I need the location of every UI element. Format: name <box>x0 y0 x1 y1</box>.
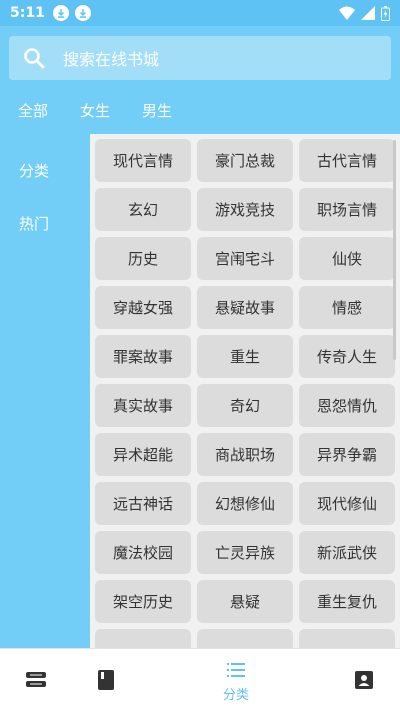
category-chip[interactable]: 传奇人生 <box>299 335 395 378</box>
category-chip[interactable]: 仙侠 <box>299 237 395 280</box>
tab-male[interactable]: 男生 <box>142 100 172 121</box>
category-chip[interactable]: 商战职场 <box>197 433 293 476</box>
contact-icon <box>355 671 373 689</box>
book-icon <box>98 670 114 690</box>
category-chip[interactable]: 幻想修仙 <box>197 482 293 525</box>
category-chip[interactable]: 现代修仙 <box>299 482 395 525</box>
nav-book[interactable] <box>66 649 146 710</box>
category-chip[interactable]: 架空历史 <box>95 580 191 623</box>
category-chip[interactable]: 游戏竞技 <box>197 188 293 231</box>
header: 搜索在线书城 全部 女生 男生 <box>0 26 400 134</box>
category-chip[interactable]: 悬疑 <box>197 580 293 623</box>
search-icon <box>24 48 45 69</box>
bottom-nav: 分类 <box>0 648 400 710</box>
category-chip[interactable]: 历史 <box>95 237 191 280</box>
category-chip[interactable]: 远古神话 <box>95 482 191 525</box>
category-chip[interactable]: 穿越女强 <box>95 286 191 329</box>
download-icon <box>74 5 91 21</box>
status-time: 5:11 <box>10 5 45 21</box>
category-chip[interactable]: 悬疑故事 <box>197 286 293 329</box>
search-bar[interactable]: 搜索在线书城 <box>9 36 391 80</box>
category-chip[interactable]: 亡灵异族 <box>197 531 293 574</box>
sidebar-item-category[interactable]: 分类 <box>19 160 49 181</box>
category-chip-partial[interactable] <box>95 629 191 648</box>
category-grid: 现代言情 豪门总裁 古代言情 玄幻 游戏竞技 职场言情 历史 宫闱宅斗 仙侠 穿… <box>95 139 395 648</box>
category-chip[interactable]: 新派武侠 <box>299 531 395 574</box>
category-chip[interactable]: 异术超能 <box>95 433 191 476</box>
category-chip[interactable]: 玄幻 <box>95 188 191 231</box>
category-chip[interactable]: 重生复仇 <box>299 580 395 623</box>
category-chip[interactable]: 情感 <box>299 286 395 329</box>
nav-bookshelf[interactable] <box>0 649 76 710</box>
nav-profile[interactable] <box>324 649 400 710</box>
sidebar: 分类 热门 <box>0 134 90 648</box>
category-chip[interactable]: 现代言情 <box>95 139 191 182</box>
category-grid-area[interactable]: 现代言情 豪门总裁 古代言情 玄幻 游戏竞技 职场言情 历史 宫闱宅斗 仙侠 穿… <box>90 134 400 648</box>
category-chip[interactable]: 异界争霸 <box>299 433 395 476</box>
category-chip[interactable]: 豪门总裁 <box>197 139 293 182</box>
list-icon <box>227 662 245 677</box>
status-bar: 5:11 <box>0 0 400 26</box>
search-placeholder: 搜索在线书城 <box>63 50 160 69</box>
nav-category[interactable]: 分类 <box>196 649 276 710</box>
category-chip[interactable]: 宫闱宅斗 <box>197 237 293 280</box>
category-chip-partial[interactable] <box>197 629 293 648</box>
download-icon <box>52 5 69 21</box>
signal-icon <box>361 6 375 20</box>
category-chip-partial[interactable] <box>299 629 395 648</box>
category-chip[interactable]: 恩怨情仇 <box>299 384 395 427</box>
category-chip[interactable]: 重生 <box>197 335 293 378</box>
category-chip[interactable]: 罪案故事 <box>95 335 191 378</box>
gender-tabs: 全部 女生 男生 <box>0 100 186 121</box>
category-chip[interactable]: 奇幻 <box>197 384 293 427</box>
sidebar-item-hot[interactable]: 热门 <box>19 213 49 234</box>
category-chip[interactable]: 真实故事 <box>95 384 191 427</box>
bookshelf-icon <box>26 672 46 687</box>
battery-icon <box>381 5 390 21</box>
nav-category-label: 分类 <box>222 687 249 703</box>
category-chip[interactable]: 古代言情 <box>299 139 395 182</box>
category-chip[interactable]: 职场言情 <box>299 188 395 231</box>
tab-female[interactable]: 女生 <box>80 100 110 121</box>
wifi-icon <box>339 6 355 20</box>
scrollbar[interactable] <box>393 140 396 360</box>
category-chip[interactable]: 魔法校园 <box>95 531 191 574</box>
tab-all[interactable]: 全部 <box>18 100 48 121</box>
